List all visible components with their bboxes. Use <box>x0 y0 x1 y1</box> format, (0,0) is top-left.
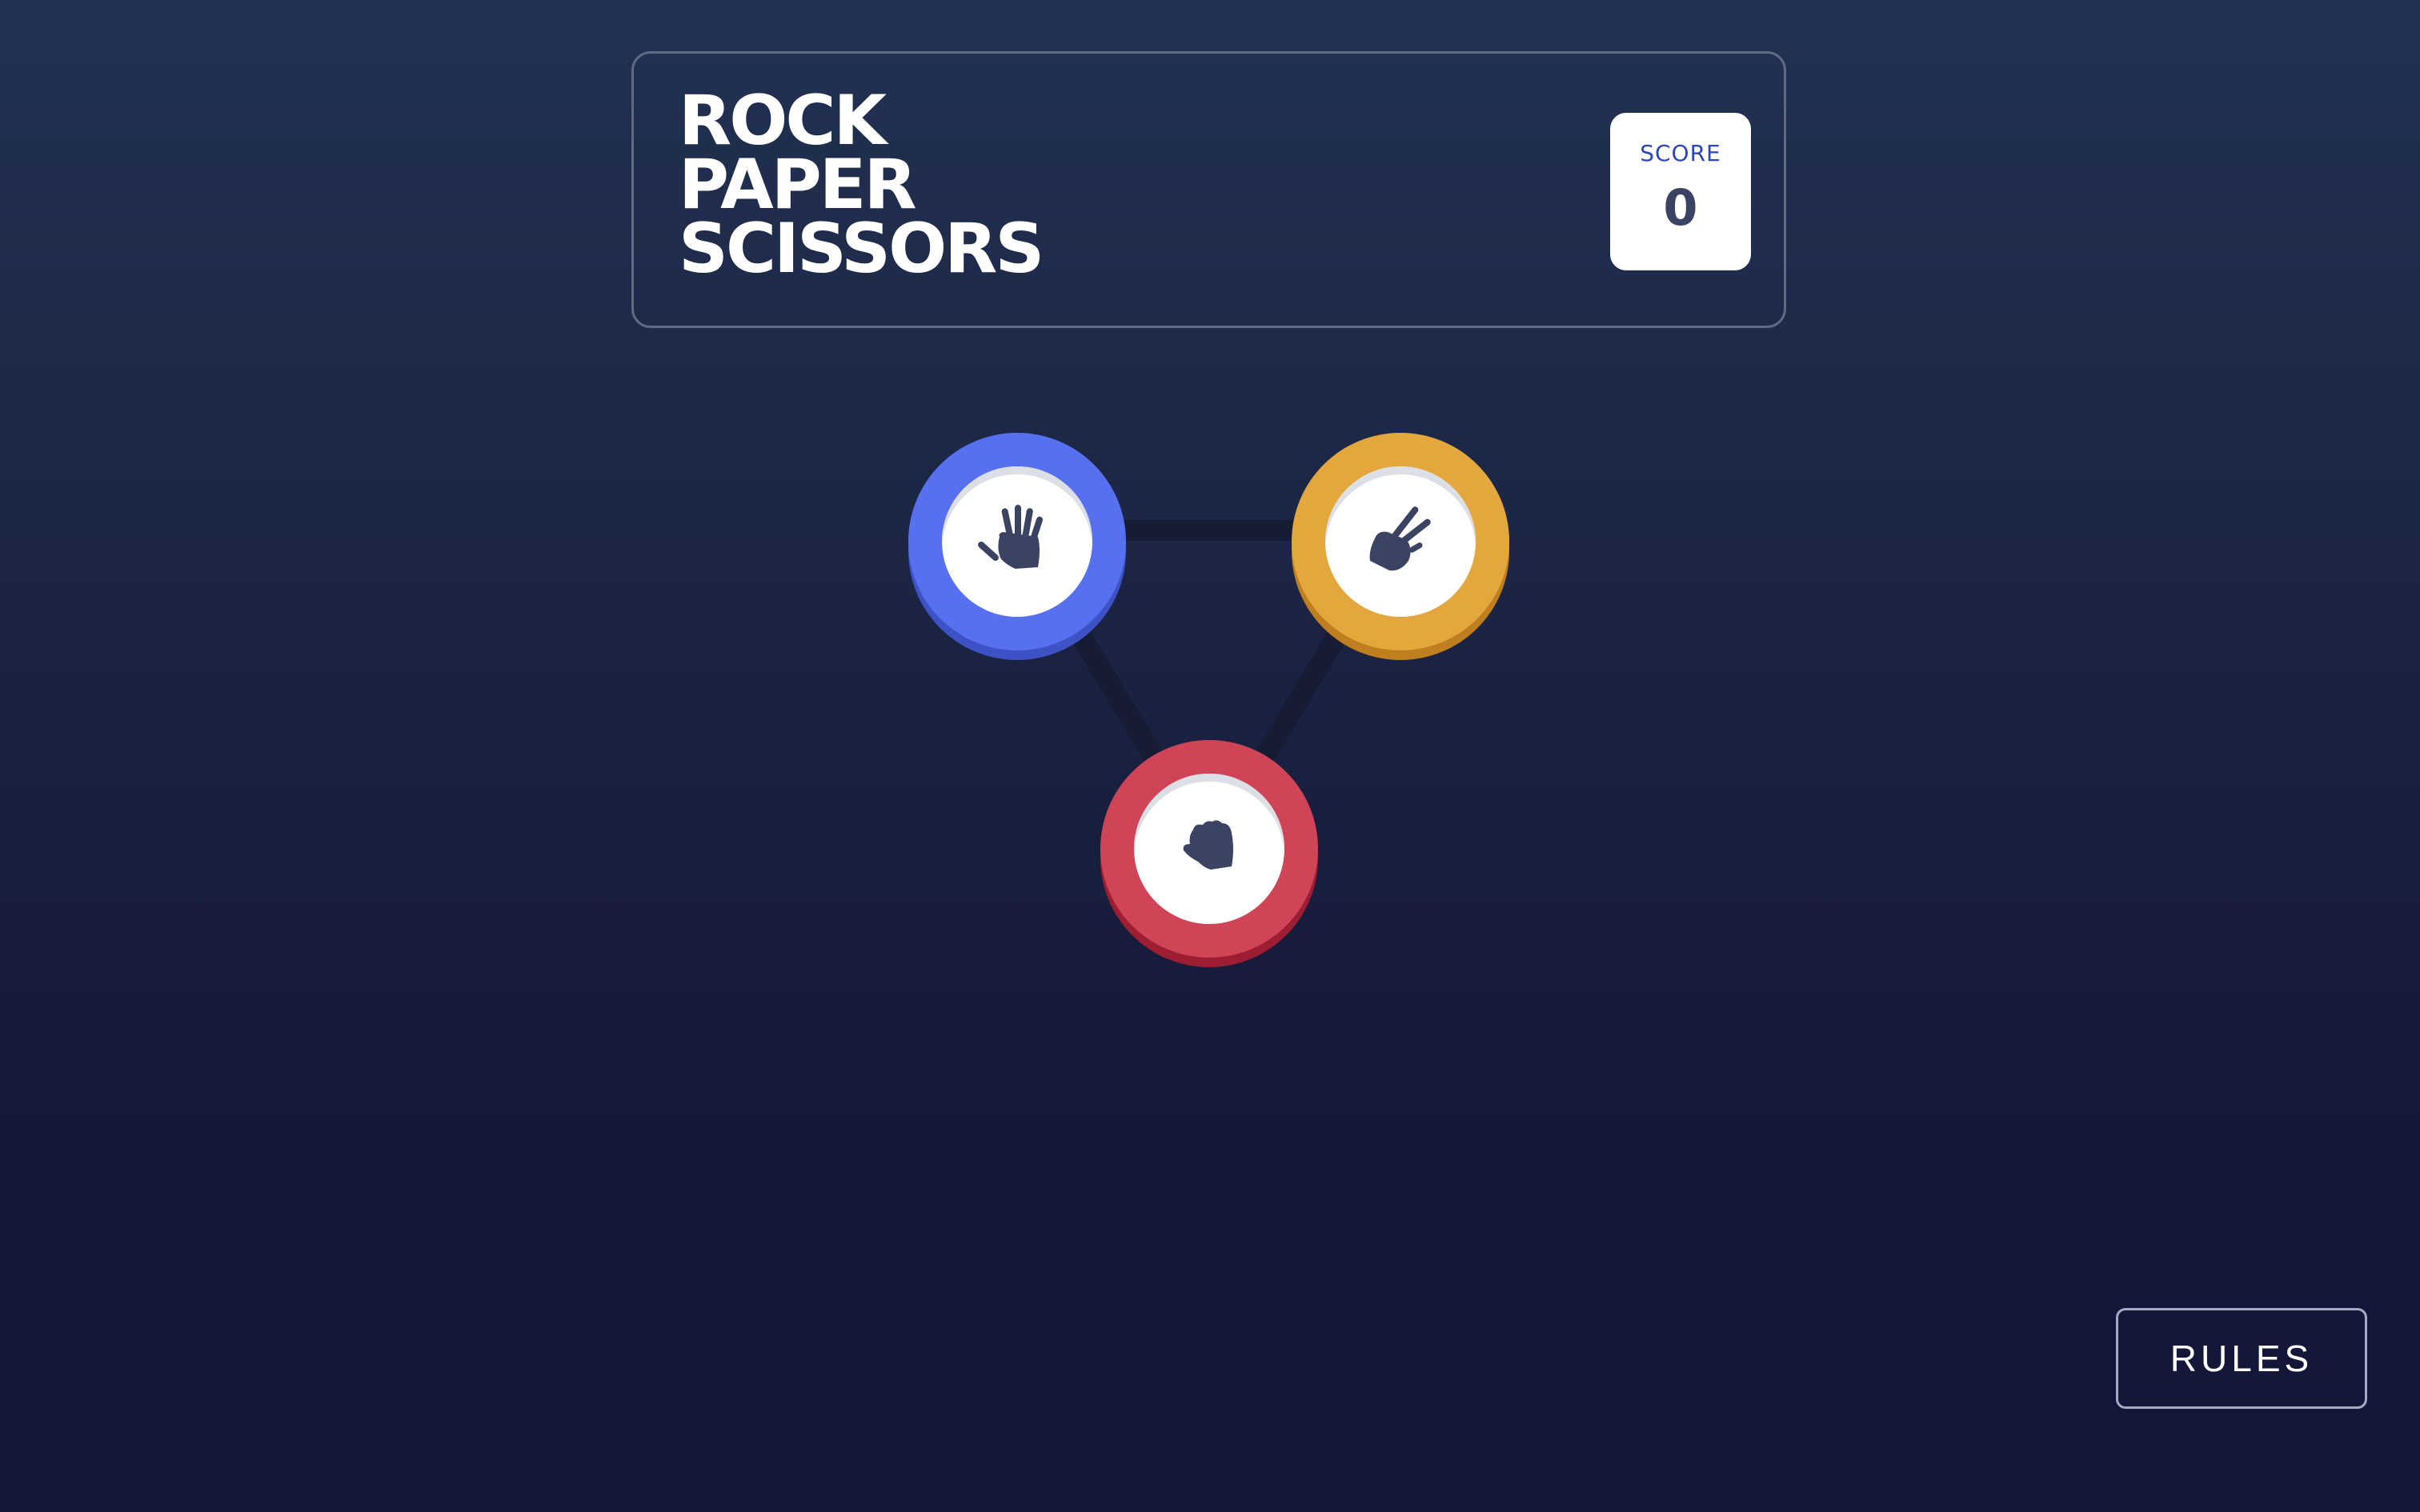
rock-token-face <box>1134 774 1284 924</box>
paper-choice-button[interactable] <box>908 433 1126 650</box>
scissors-hand-icon <box>1369 506 1431 571</box>
rules-button[interactable]: RULES <box>2116 1308 2367 1409</box>
rock-choice-button[interactable] <box>1100 740 1318 958</box>
game-board <box>0 0 2420 1512</box>
paper-hand-icon <box>978 505 1044 569</box>
rock-fist-icon <box>1183 820 1233 870</box>
scissors-token-face <box>1325 466 1476 617</box>
scissors-choice-button[interactable] <box>1292 433 1509 650</box>
paper-token-face <box>942 466 1092 617</box>
